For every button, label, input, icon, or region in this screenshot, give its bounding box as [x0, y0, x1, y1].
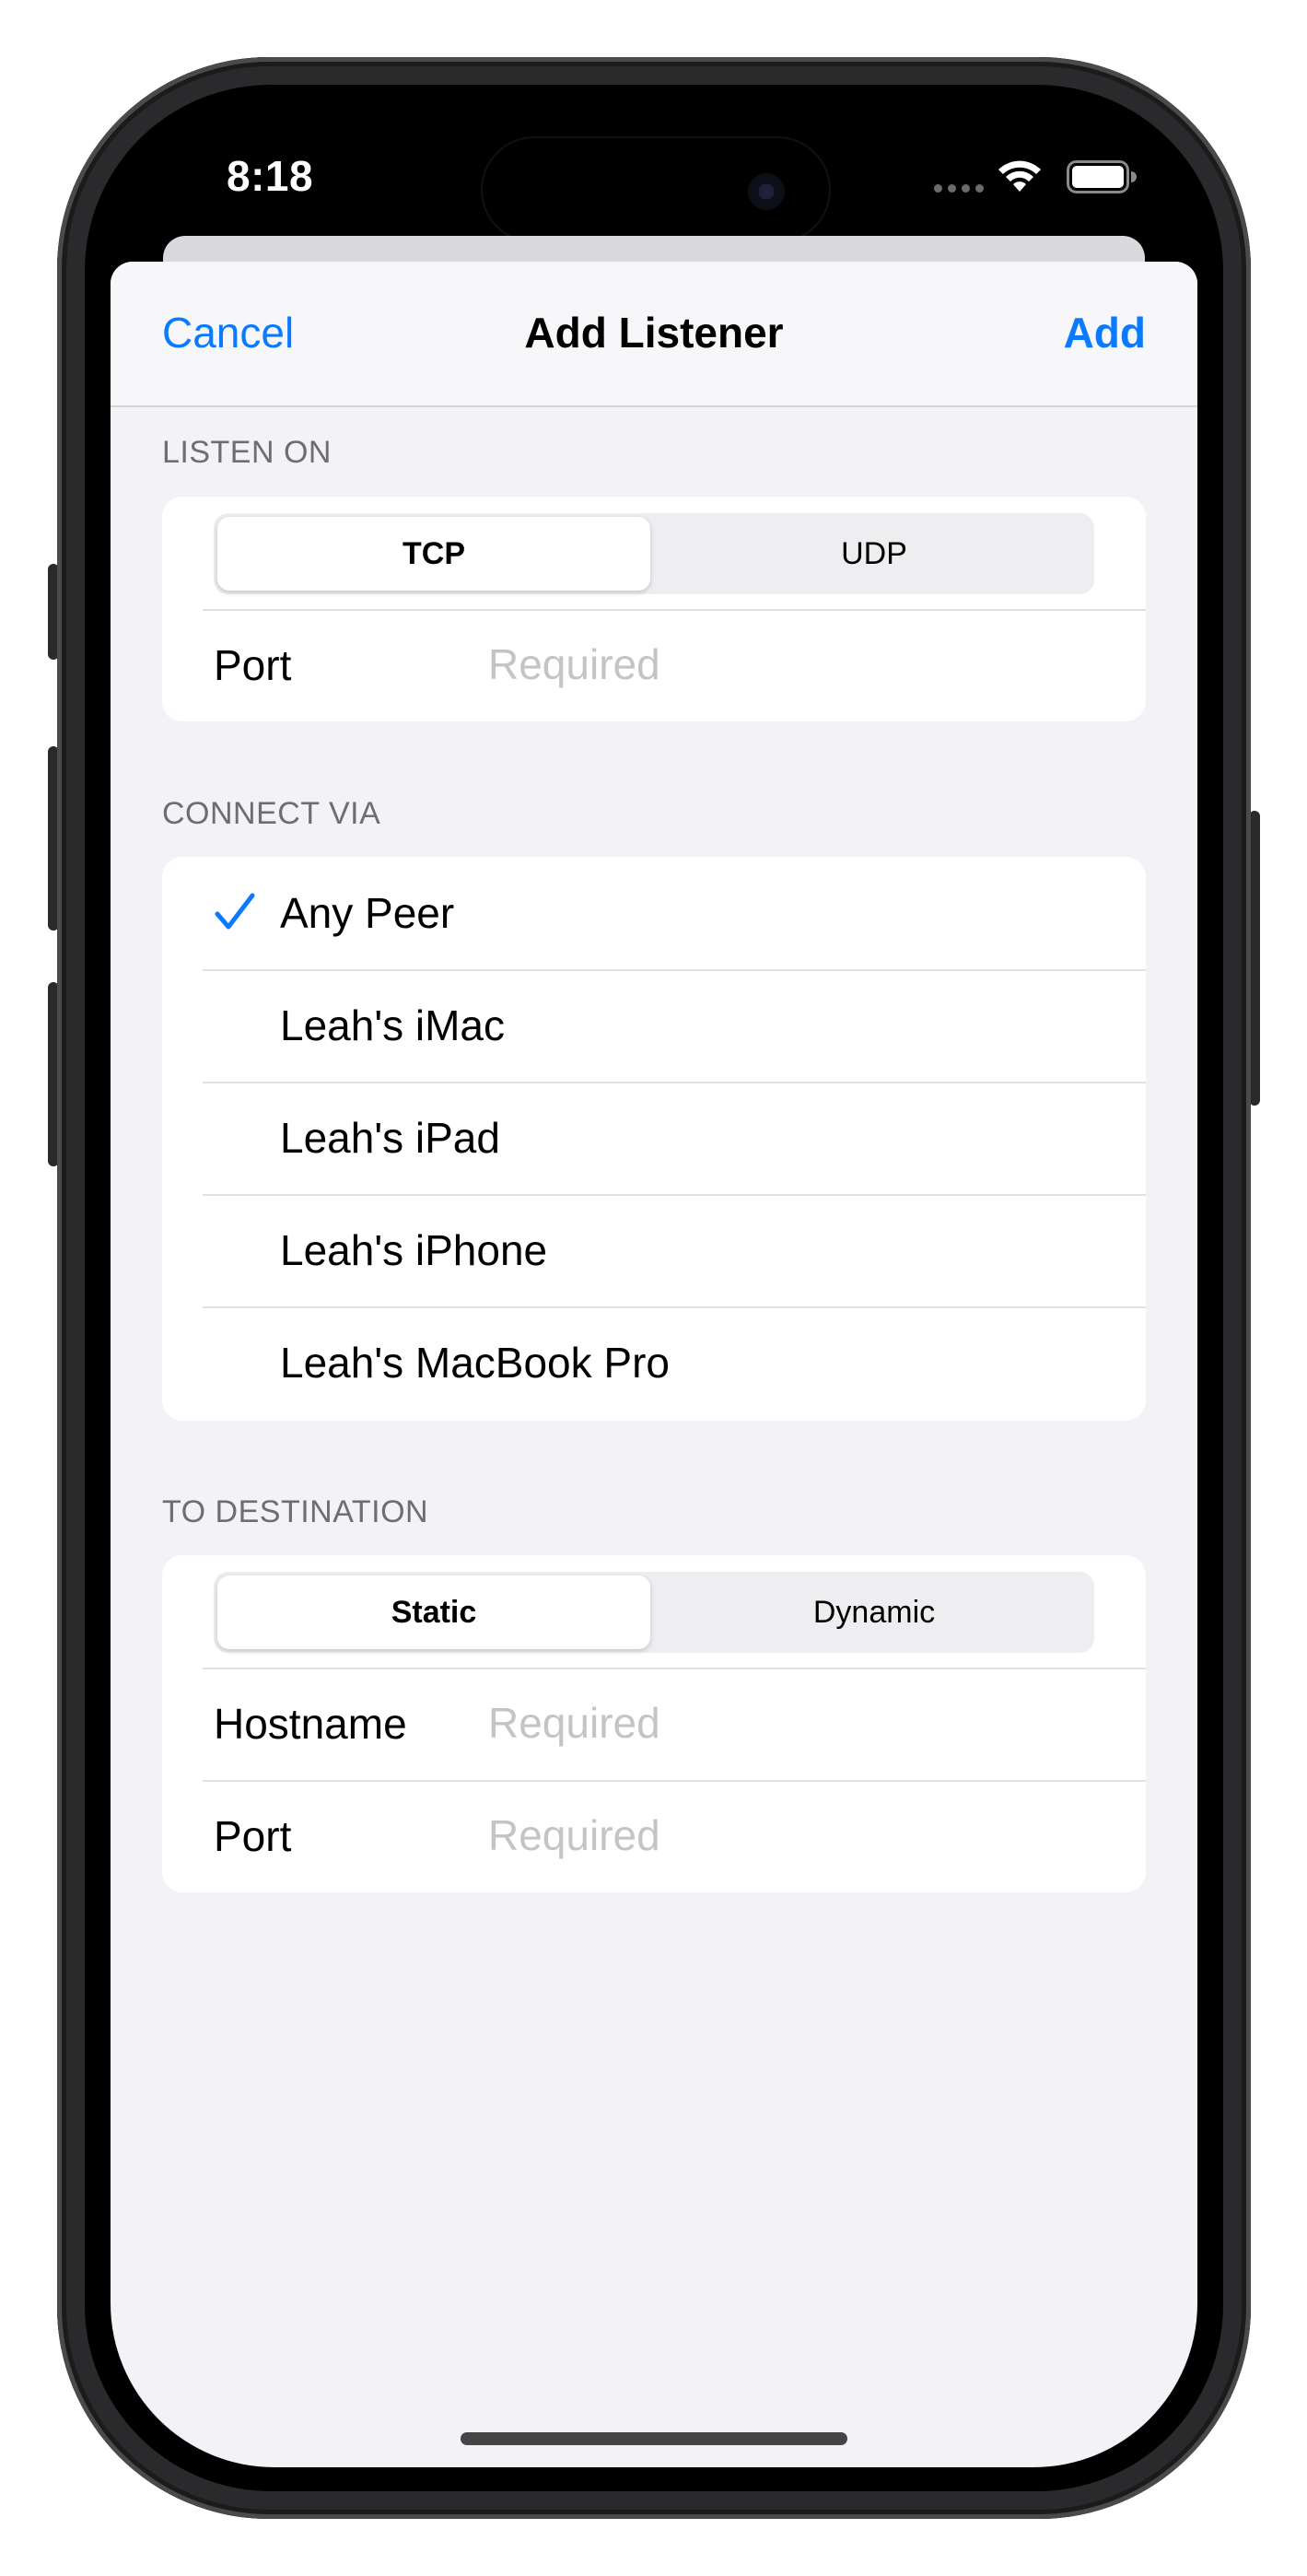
navigation-bar: Cancel Add Listener Add: [111, 262, 1197, 407]
listen-on-header: LISTEN ON: [162, 435, 332, 470]
divider: [203, 1194, 1146, 1196]
peer-row-imac[interactable]: Leah's iMac: [162, 969, 1146, 1082]
peer-row-any-peer[interactable]: Any Peer: [162, 857, 1146, 969]
cancel-button[interactable]: Cancel: [162, 308, 294, 357]
divider: [203, 1668, 1146, 1669]
add-listener-sheet: Cancel Add Listener Add LISTEN ON TCP UD…: [111, 262, 1197, 2467]
wifi-icon: [998, 160, 1041, 192]
segment-tcp[interactable]: TCP: [217, 517, 650, 591]
destination-port-row: Port: [162, 1780, 1146, 1891]
peer-row-ipad[interactable]: Leah's iPad: [162, 1082, 1146, 1194]
divider: [203, 1082, 1146, 1083]
listen-port-row: Port: [162, 609, 1146, 720]
peer-label: Leah's iMac: [280, 1001, 506, 1049]
listen-port-field[interactable]: [488, 635, 1114, 694]
segment-static[interactable]: Static: [217, 1575, 650, 1649]
battery-icon: [1067, 160, 1137, 193]
divider: [203, 969, 1146, 971]
connect-via-header: CONNECT VIA: [162, 796, 381, 831]
to-destination-card: Static Dynamic Hostname Port: [162, 1555, 1146, 1892]
hostname-label: Hostname: [214, 1700, 407, 1748]
listen-on-card: TCP UDP Port: [162, 497, 1146, 721]
listen-port-label: Port: [214, 641, 292, 689]
peer-label: Leah's iPhone: [280, 1226, 548, 1274]
peer-row-macbook-pro[interactable]: Leah's MacBook Pro: [162, 1306, 1146, 1421]
hostname-field[interactable]: [488, 1693, 1114, 1752]
divider: [203, 1306, 1146, 1308]
home-indicator[interactable]: [461, 2432, 847, 2445]
peer-label: Leah's iPad: [280, 1114, 500, 1162]
divider: [203, 609, 1146, 611]
segment-dynamic[interactable]: Dynamic: [658, 1575, 1091, 1649]
cellular-signal-icon: [934, 184, 984, 193]
front-camera-icon: [748, 173, 785, 210]
peer-label: Leah's MacBook Pro: [280, 1339, 671, 1387]
destination-port-field[interactable]: [488, 1806, 1114, 1865]
hostname-row: Hostname: [162, 1668, 1146, 1778]
segment-udp[interactable]: UDP: [658, 517, 1091, 591]
destination-port-label: Port: [214, 1812, 292, 1860]
peer-label: Any Peer: [280, 889, 455, 937]
status-time: 8:18: [227, 152, 314, 200]
connect-via-card: Any Peer Leah's iMac Leah's iPad Leah's …: [162, 857, 1146, 1421]
checkmark-icon: [215, 893, 255, 930]
add-button[interactable]: Add: [1064, 308, 1146, 357]
peer-row-iphone[interactable]: Leah's iPhone: [162, 1194, 1146, 1306]
destination-mode-segmented-control: Static Dynamic: [214, 1572, 1094, 1653]
phone-screen: 8:18 Cancel Add Listener Add LISTEN ON T…: [111, 111, 1197, 2467]
protocol-segmented-control: TCP UDP: [214, 513, 1094, 594]
to-destination-header: TO DESTINATION: [162, 1494, 429, 1529]
divider: [203, 1780, 1146, 1782]
